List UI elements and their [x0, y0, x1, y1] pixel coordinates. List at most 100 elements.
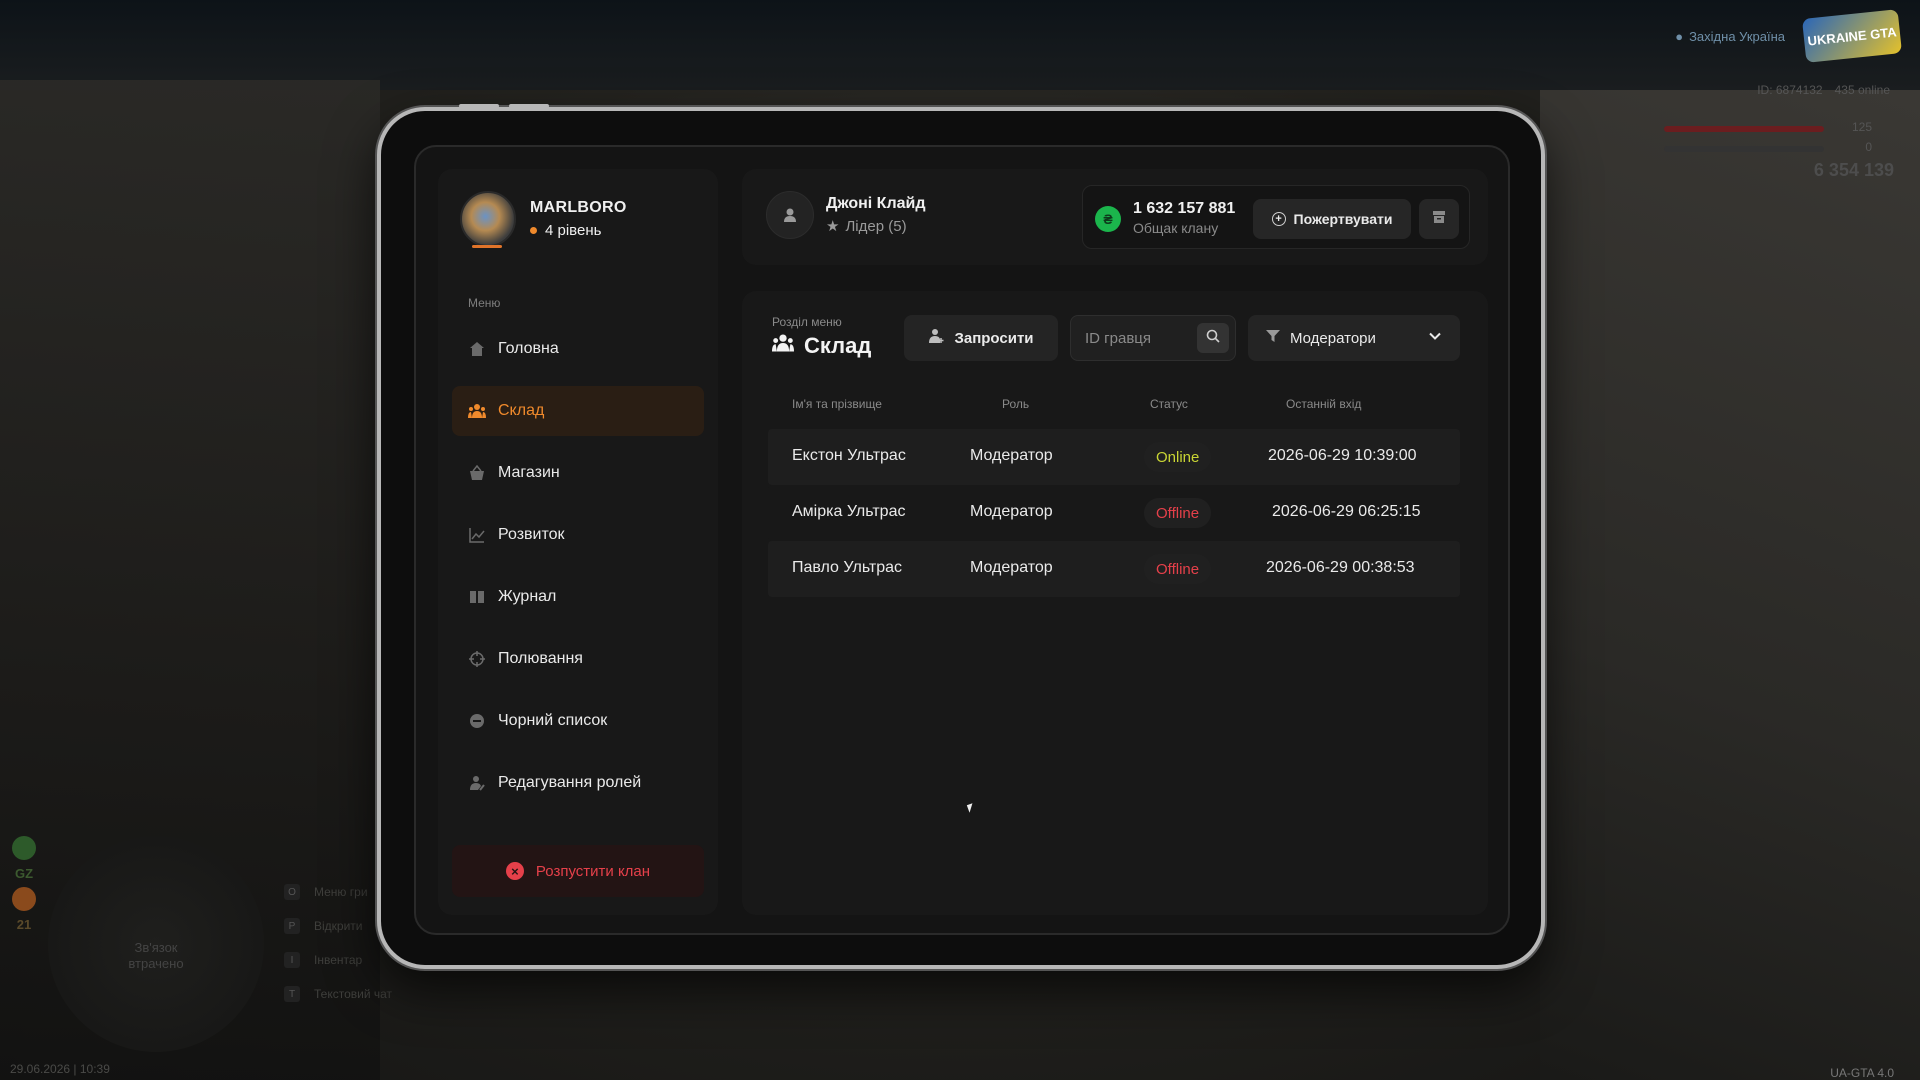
menu-caption: Меню — [468, 296, 501, 310]
member-role: Модератор — [970, 559, 1053, 576]
shield-icon: ● — [1675, 29, 1684, 44]
sidebar-item-label: Редагування ролей — [498, 774, 642, 791]
user-add-icon — [928, 328, 944, 348]
health-bar — [1664, 126, 1824, 132]
leader-name: Джоні Клайд — [826, 195, 926, 212]
table-row[interactable]: Павло Ультрас Модератор Offline 2026-06-… — [768, 541, 1460, 597]
donate-button[interactable]: + Пожертвувати — [1253, 199, 1411, 239]
minimap-status: Зв'язок втрачено — [128, 940, 184, 971]
tablet-frame: MARLBORO 4 рівень Меню Головна Склад Маг… — [377, 104, 1545, 969]
table-row[interactable]: Екстон Ультрас Модератор Online 2026-06-… — [768, 429, 1460, 485]
filter-selected-value: Модератори — [1290, 329, 1376, 347]
book-icon — [468, 588, 486, 606]
online-count-label: 435 online — [1834, 83, 1890, 97]
crosshair-icon — [468, 650, 486, 668]
clan-avatar — [460, 191, 516, 248]
wanted-value: 21 — [16, 917, 32, 932]
money-value: 6 354 139 — [1813, 160, 1894, 180]
clan-level-label: 4 рівень — [545, 222, 602, 239]
hud-region: ● Західна Україна — [1675, 29, 1785, 44]
key-hint: P Відкрити — [284, 918, 392, 934]
main-card: Розділ меню Склад Запросити ID гравця Мо… — [742, 291, 1488, 915]
column-header-role: Роль — [1002, 397, 1030, 411]
sidebar-item-home[interactable]: Головна — [452, 324, 704, 374]
sidebar-item-shop[interactable]: Магазин — [452, 448, 704, 498]
page-title-label: Склад — [804, 333, 872, 358]
disband-clan-label: Розпустити клан — [535, 862, 651, 880]
donate-label: Пожертвувати — [1293, 211, 1393, 227]
section-caption: Розділ меню — [772, 315, 842, 329]
star-icon: ★ — [826, 218, 840, 235]
background-scene-right — [1540, 90, 1920, 1080]
wanted-icon — [12, 887, 36, 911]
member-role: Модератор — [970, 447, 1053, 464]
status-badge: Offline — [1144, 498, 1212, 528]
hud-region-label: Західна Україна — [1689, 29, 1785, 44]
hud-datetime: 29.06.2026 | 10:39 — [10, 1062, 110, 1076]
sidebar-menu: Головна Склад Магазин Розвиток Журнал По… — [452, 324, 704, 820]
column-header-name: Ім'я та прізвище — [792, 397, 882, 411]
sidebar-item-journal[interactable]: Журнал — [452, 572, 704, 622]
key-hint-label: Відкрити — [314, 919, 363, 933]
page-title: Склад — [772, 333, 871, 359]
table-row[interactable]: Амірка Ультрас Модератор Offline 2026-06… — [768, 485, 1460, 541]
status-badge: Offline — [1144, 554, 1212, 584]
sidebar-item-label: Полювання — [498, 650, 583, 667]
archive-button[interactable] — [1419, 199, 1459, 239]
player-id-label: ID: 6874132 — [1757, 83, 1823, 97]
sidebar-item-label: Розвиток — [498, 526, 565, 543]
sidebar-item-label: Склад — [498, 402, 545, 419]
member-name: Павло Ультрас — [792, 559, 903, 576]
chevron-down-icon — [1428, 329, 1442, 347]
leader-info: Джоні Клайд ★ Лідер (5) — [766, 191, 926, 239]
invite-label: Запросити — [954, 329, 1034, 347]
key-hint: I Інвентар — [284, 952, 392, 968]
archive-icon — [1432, 210, 1446, 229]
invite-button[interactable]: Запросити — [904, 315, 1058, 361]
key-cap: T — [284, 986, 300, 1002]
key-hint-label: Меню гри — [314, 885, 368, 899]
key-hints: O Меню гри P Відкрити I Інвентар T Текст… — [284, 884, 392, 1002]
level-dot-icon — [530, 227, 537, 234]
sidebar-item-label: Чорний список — [498, 712, 608, 729]
filter-icon — [1266, 329, 1280, 347]
search-input[interactable] — [1071, 316, 1195, 360]
column-header-last-login: Останній вхід — [1286, 397, 1362, 411]
player-search — [1070, 315, 1236, 361]
member-last-login: 2026-06-29 06:25:15 — [1272, 503, 1421, 520]
members-table: Екстон Ультрас Модератор Online 2026-06-… — [768, 429, 1460, 597]
key-hint-label: Текстовий чат — [314, 987, 393, 1001]
sidebar-item-blacklist[interactable]: Чорний список — [452, 696, 704, 746]
sidebar-item-role-edit[interactable]: Редагування ролей — [452, 758, 704, 808]
member-name: Екстон Ультрас — [792, 447, 906, 464]
sidebar-item-label: Магазин — [498, 464, 560, 481]
health-value: 125 — [1851, 120, 1872, 134]
tablet-button — [509, 104, 549, 108]
search-button[interactable] — [1197, 323, 1229, 353]
sidebar-item-hunting[interactable]: Полювання — [452, 634, 704, 684]
user-icon — [766, 191, 814, 239]
home-icon — [468, 340, 486, 358]
people-icon — [772, 333, 794, 359]
bank-label: Общак клану — [1133, 220, 1219, 236]
disband-clan-button[interactable]: × Розпустити клан — [452, 845, 704, 897]
close-circle-icon: × — [505, 862, 524, 880]
background-sky — [0, 0, 1920, 90]
gz-indicator: GZ 21 — [12, 836, 36, 932]
member-last-login: 2026-06-29 00:38:53 — [1266, 559, 1415, 576]
status-badge: Online — [1144, 442, 1212, 472]
sidebar-item-development[interactable]: Розвиток — [452, 510, 704, 560]
block-icon — [468, 712, 486, 730]
clan-level: 4 рівень — [530, 222, 627, 239]
leader-text: Джоні Клайд ★ Лідер (5) — [826, 195, 926, 235]
hud-server-info: ID: 6874132 435 online — [1757, 83, 1890, 97]
clan-profile: MARLBORO 4 рівень — [460, 191, 627, 248]
role-filter-dropdown[interactable]: Модератори — [1248, 315, 1460, 361]
sidebar-item-warehouse[interactable]: Склад — [452, 386, 704, 436]
key-hint: O Меню гри — [284, 884, 392, 900]
tablet-button — [459, 104, 499, 108]
clan-info: MARLBORO 4 рівень — [530, 199, 627, 239]
user-edit-icon — [468, 774, 486, 792]
search-icon — [1206, 329, 1220, 348]
clan-bank: ₴ 1 632 157 881 Общак клану + Пожертвува… — [1082, 185, 1470, 249]
